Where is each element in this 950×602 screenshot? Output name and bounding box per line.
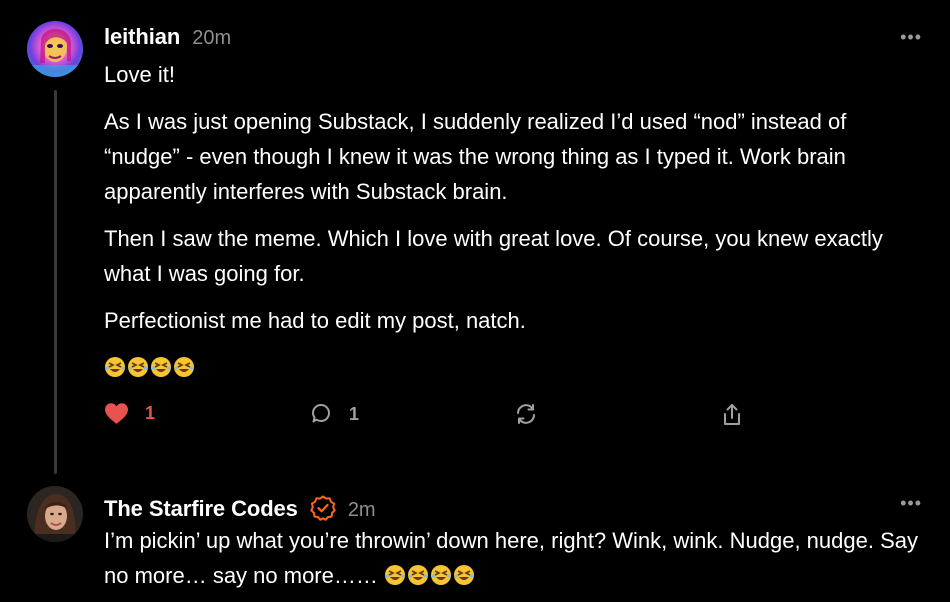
comment-header: The Starfire Codes 2m — [104, 490, 376, 522]
comment-paragraph: As I was just opening Substack, I sudden… — [104, 109, 847, 204]
timestamp[interactable]: 2m — [348, 499, 376, 522]
comment-paragraph — [104, 350, 924, 385]
rofl-emoji-icon — [105, 357, 125, 377]
reply-count: 1 — [349, 403, 360, 424]
comment-text: I’m pickin’ up what you’re throwin’ down… — [104, 528, 918, 588]
rofl-emoji-icon — [453, 565, 474, 585]
timestamp[interactable]: 20m — [192, 27, 231, 50]
reaction-emoji-row — [384, 564, 475, 586]
rofl-emoji-icon — [128, 357, 148, 377]
rofl-emoji-icon — [407, 565, 428, 585]
comment-header: leithian 20m — [104, 24, 231, 50]
comment-paragraph: I’m pickin’ up what you’re throwin’ down… — [104, 523, 924, 593]
heart-icon — [105, 403, 128, 424]
restack-icon — [517, 404, 535, 424]
like-count: 1 — [145, 403, 156, 423]
share-icon — [724, 404, 740, 425]
comment-paragraph: Perfectionist me had to edit my post, na… — [104, 308, 526, 333]
rofl-emoji-icon — [151, 357, 171, 377]
author-name[interactable]: The Starfire Codes — [104, 496, 298, 522]
comment-paragraph: Then I saw the meme. Which I love with g… — [104, 226, 883, 286]
like-button[interactable]: 1 — [104, 402, 155, 425]
restack-button[interactable] — [514, 402, 538, 426]
thread-line — [54, 90, 57, 474]
rofl-emoji-icon — [430, 565, 451, 585]
more-icon[interactable]: ••• — [900, 494, 922, 512]
avatar[interactable] — [27, 21, 83, 77]
verified-badge-icon — [310, 495, 336, 521]
avatar[interactable] — [27, 486, 83, 542]
rofl-emoji-icon — [174, 357, 194, 377]
comment-body: I’m pickin’ up what you’re throwin’ down… — [104, 523, 924, 593]
comment-body: Love it! As I was just opening Substack,… — [104, 57, 924, 385]
more-icon[interactable]: ••• — [900, 28, 922, 46]
comment-actions: 1 1 — [104, 402, 744, 432]
comment-paragraph: Love it! — [104, 62, 175, 87]
reply-button[interactable]: 1 — [309, 402, 359, 426]
author-name[interactable]: leithian — [104, 24, 180, 50]
rofl-emoji-icon — [384, 565, 405, 585]
reaction-emoji-row — [104, 356, 195, 378]
comment-icon — [312, 404, 330, 423]
share-button[interactable] — [720, 402, 744, 428]
